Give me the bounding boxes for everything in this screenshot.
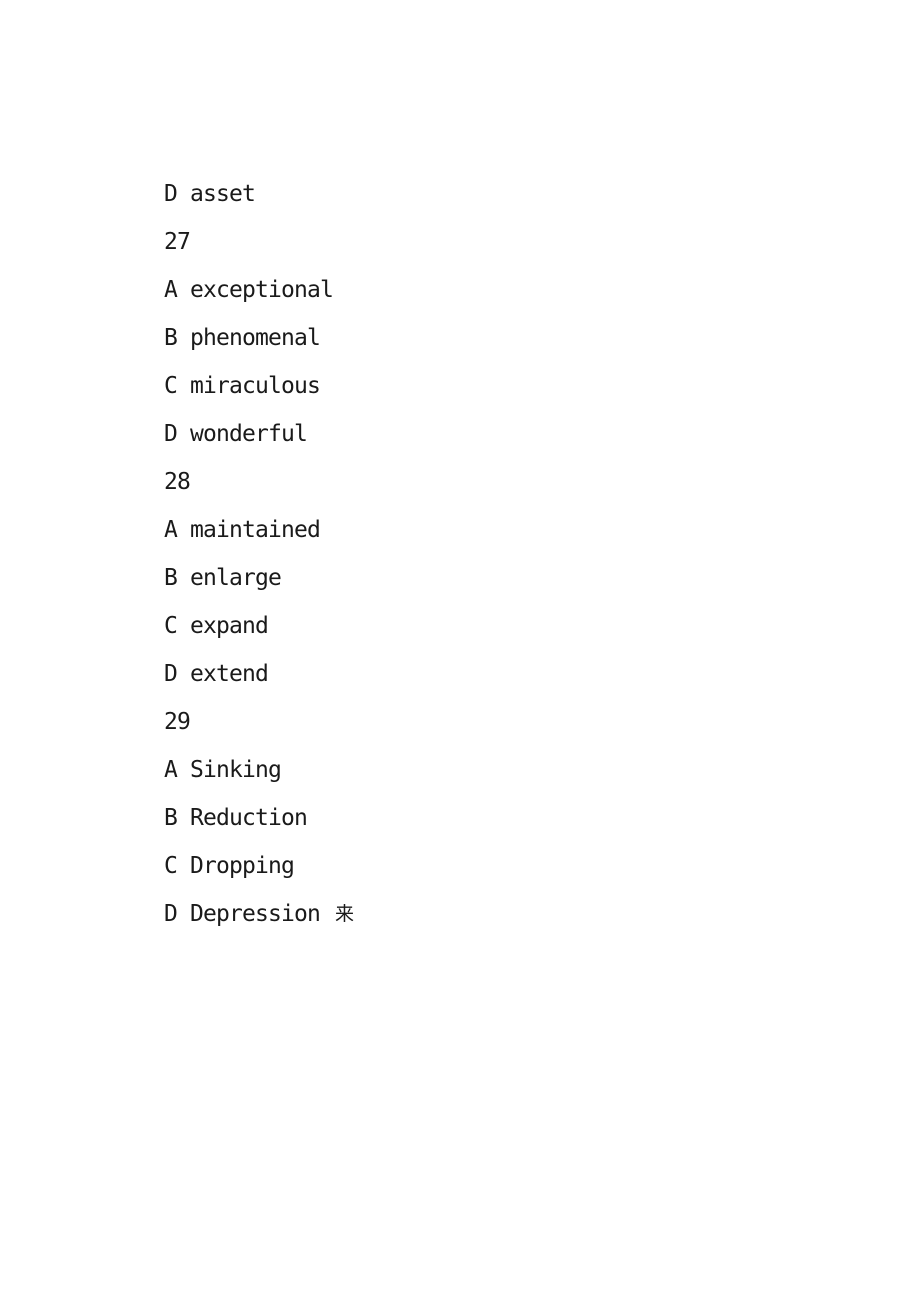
answer-option: A maintained xyxy=(164,506,864,554)
line-text: A Sinking xyxy=(164,757,282,783)
answer-option: D extend xyxy=(164,650,864,698)
document-page: D asset 27 A exceptional B phenomenal C mira… xyxy=(0,0,920,1302)
line-text: 27 xyxy=(164,229,191,255)
answer-option: C expand xyxy=(164,602,864,650)
document-text-block: D asset 27 A exceptional B phenomenal C mira… xyxy=(164,170,864,938)
answer-option: B enlarge xyxy=(164,554,864,602)
line-text: 29 xyxy=(164,709,191,735)
line-text: B phenomenal xyxy=(164,325,321,351)
question-number: 28 xyxy=(164,458,864,506)
answer-option: C miraculous xyxy=(164,362,864,410)
line-text: D asset xyxy=(164,181,256,207)
answer-option: B phenomenal xyxy=(164,314,864,362)
answer-option: D asset xyxy=(164,170,864,218)
question-number: 27 xyxy=(164,218,864,266)
question-number: 29 xyxy=(164,698,864,746)
answer-option: C Dropping xyxy=(164,842,864,890)
answer-option: B Reduction xyxy=(164,794,864,842)
line-text: C Dropping xyxy=(164,853,295,879)
line-text: A exceptional xyxy=(164,277,334,303)
line-text: C miraculous xyxy=(164,373,321,399)
line-text: D Depression xyxy=(164,901,321,927)
answer-option: D Depression 来 xyxy=(164,890,864,938)
line-text: B enlarge xyxy=(164,565,282,591)
line-text: B Reduction xyxy=(164,805,308,831)
cjk-annotation-mark: 来 xyxy=(334,903,354,925)
answer-option: D wonderful xyxy=(164,410,864,458)
line-text: D extend xyxy=(164,661,269,687)
line-text: 28 xyxy=(164,469,191,495)
answer-option: A exceptional xyxy=(164,266,864,314)
line-text: C expand xyxy=(164,613,269,639)
line-text: D wonderful xyxy=(164,421,308,447)
line-text: A maintained xyxy=(164,517,321,543)
answer-option: A Sinking xyxy=(164,746,864,794)
